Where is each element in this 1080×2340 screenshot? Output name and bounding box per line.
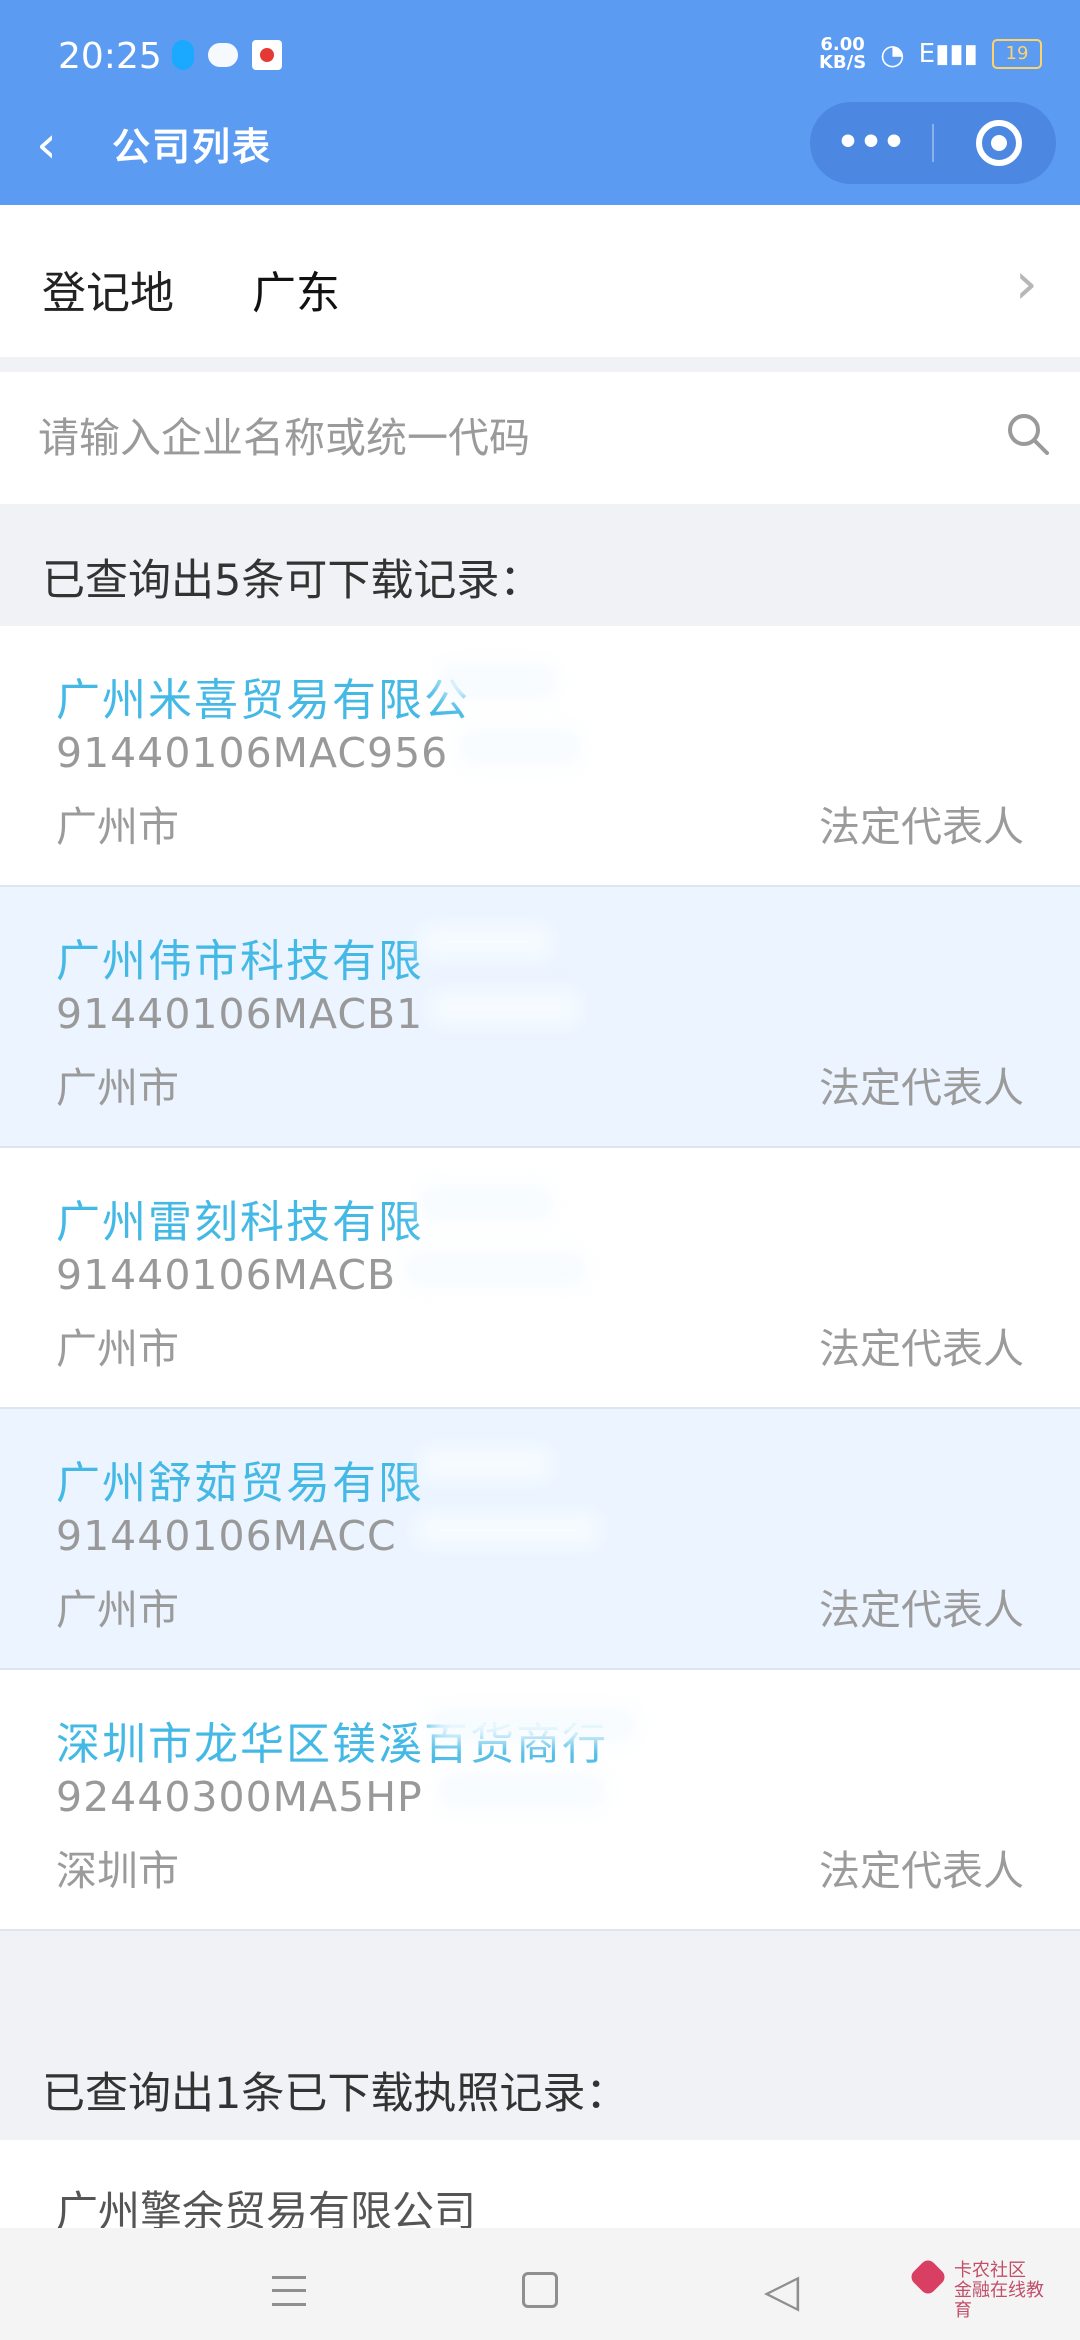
region-value: 广东 bbox=[252, 268, 340, 319]
target-icon[interactable] bbox=[976, 120, 1022, 166]
redaction-blur bbox=[405, 1252, 585, 1286]
company-city: 深圳市 bbox=[56, 1847, 179, 1895]
redaction-blur bbox=[430, 1708, 635, 1742]
watermark: 卡农社区 金融在线教育 bbox=[908, 2253, 1044, 2321]
search-icon[interactable] bbox=[1004, 410, 1052, 458]
redaction-blur bbox=[420, 925, 552, 959]
watermark-subtitle: 金融在线教育 bbox=[954, 2280, 1044, 2321]
company-city: 广州市 bbox=[56, 1586, 179, 1634]
network-speed-unit: KB/S bbox=[818, 52, 867, 73]
search-input[interactable] bbox=[36, 402, 970, 474]
wechat-icon bbox=[208, 43, 238, 67]
search-bar bbox=[0, 372, 1080, 504]
battery-icon: 19 bbox=[992, 39, 1042, 69]
company-name: 广州伟市科技有限 bbox=[56, 936, 424, 987]
result-list: 广州米喜贸易有限公 91440106MAC956 广州市 法定代表人 广州伟市科… bbox=[0, 626, 1080, 1931]
company-city: 广州市 bbox=[56, 803, 179, 851]
legal-representative-label: 法定代表人 bbox=[819, 803, 1024, 851]
home-icon[interactable] bbox=[522, 2272, 558, 2308]
redaction-blur bbox=[420, 1186, 552, 1220]
list-item[interactable]: 深圳市龙华区镁溪百货商行 92440300MA5HP 深圳市 法定代表人 bbox=[0, 1670, 1080, 1931]
network-speed: 6.00 KB/S bbox=[819, 36, 866, 72]
unified-code: 91440106MAC956 bbox=[56, 729, 449, 777]
top-header: 20:25 6.00 KB/S ◔ E▮▮▮ 19 ‹ 公司列表 ••• bbox=[0, 0, 1080, 205]
downloaded-records-heading: 已查询出1条已下载执照记录： bbox=[42, 2069, 629, 2119]
legal-representative-label: 法定代表人 bbox=[819, 1064, 1024, 1112]
legal-representative-label: 法定代表人 bbox=[819, 1586, 1024, 1634]
list-item[interactable]: 广州伟市科技有限 91440106MACB1 广州市 法定代表人 bbox=[0, 887, 1080, 1148]
company-name: 广州米喜贸易有限公 bbox=[56, 675, 470, 726]
list-item[interactable]: 广州舒茹贸易有限 91440106MACC 广州市 法定代表人 bbox=[0, 1409, 1080, 1670]
signal-icon: E▮▮▮ bbox=[918, 39, 978, 69]
page-title: 公司列表 bbox=[112, 125, 273, 169]
redaction-blur bbox=[430, 991, 580, 1025]
status-time: 20:25 bbox=[58, 36, 162, 77]
redaction-blur bbox=[440, 1774, 605, 1808]
capsule-divider bbox=[932, 124, 934, 162]
notification-icon bbox=[172, 40, 194, 70]
system-navigation-bar: ◁ 卡农社区 金融在线教育 bbox=[0, 2228, 1080, 2340]
back-icon[interactable]: ‹ bbox=[36, 115, 76, 175]
back-triangle-icon[interactable]: ◁ bbox=[764, 2263, 799, 2317]
region-label: 登记地 bbox=[42, 268, 174, 319]
company-list-page: 20:25 6.00 KB/S ◔ E▮▮▮ 19 ‹ 公司列表 ••• 登记地… bbox=[0, 0, 1080, 2340]
unified-code: 92440300MA5HP bbox=[56, 1773, 423, 1821]
company-city: 广州市 bbox=[56, 1325, 179, 1373]
list-item[interactable]: 广州雷刻科技有限 91440106MACB 广州市 法定代表人 bbox=[0, 1148, 1080, 1409]
menu-icon[interactable] bbox=[272, 2276, 306, 2306]
miniapp-capsule: ••• bbox=[810, 102, 1056, 184]
more-button[interactable]: ••• bbox=[810, 102, 932, 184]
status-indicators: 6.00 KB/S ◔ E▮▮▮ 19 bbox=[819, 36, 1042, 72]
unified-code: 91440106MACC bbox=[56, 1512, 397, 1560]
watermark-title: 卡农社区 bbox=[954, 2260, 1026, 2281]
redaction-blur bbox=[460, 730, 580, 764]
company-name: 广州舒茹贸易有限 bbox=[56, 1458, 424, 1509]
redaction-blur bbox=[420, 1447, 552, 1481]
record-icon bbox=[252, 40, 282, 70]
available-records-heading: 已查询出5条可下载记录： bbox=[42, 556, 543, 606]
company-city: 广州市 bbox=[56, 1064, 179, 1112]
status-app-icons bbox=[172, 40, 282, 70]
watermark-text: 卡农社区 金融在线教育 bbox=[954, 2261, 1044, 2321]
chevron-right-icon: › bbox=[1014, 249, 1038, 317]
list-item[interactable]: 广州米喜贸易有限公 91440106MAC956 广州市 法定代表人 bbox=[0, 626, 1080, 887]
wifi-icon: ◔ bbox=[880, 37, 905, 71]
company-name: 广州雷刻科技有限 bbox=[56, 1197, 424, 1248]
unified-code: 91440106MACB bbox=[56, 1251, 397, 1299]
watermark-logo-icon bbox=[908, 2257, 948, 2297]
redaction-blur bbox=[440, 664, 556, 698]
legal-representative-label: 法定代表人 bbox=[819, 1325, 1024, 1373]
section-gap bbox=[0, 1932, 1080, 2020]
redaction-blur bbox=[415, 1513, 600, 1547]
network-type: E bbox=[918, 39, 936, 69]
registration-region-row[interactable]: 登记地 广东 › bbox=[0, 205, 1080, 357]
unified-code: 91440106MACB1 bbox=[56, 990, 424, 1038]
legal-representative-label: 法定代表人 bbox=[819, 1847, 1024, 1895]
